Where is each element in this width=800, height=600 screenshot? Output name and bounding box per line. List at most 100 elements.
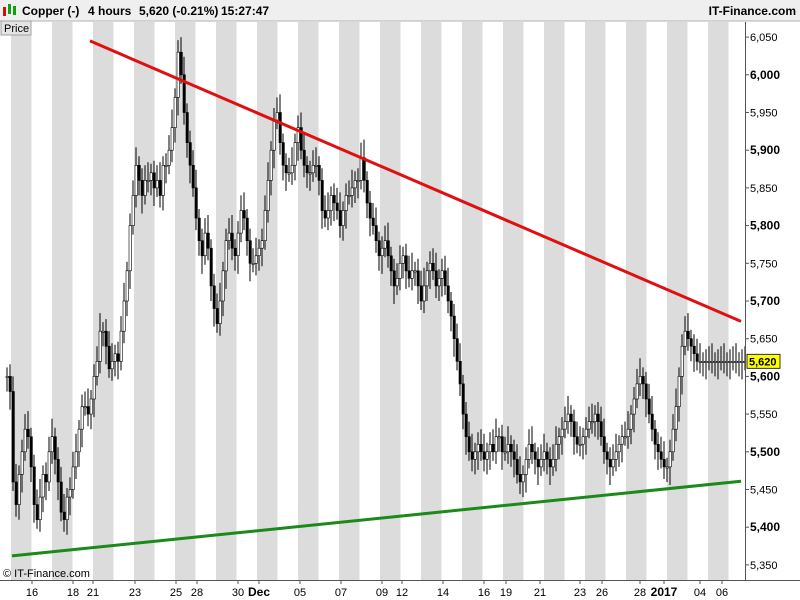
date-band — [544, 22, 565, 580]
candle-body — [536, 459, 540, 468]
price-tab-label: Price — [4, 23, 29, 35]
candle-body — [323, 210, 327, 219]
candle-body — [236, 232, 240, 257]
candle-body — [26, 428, 30, 438]
candle-body — [578, 443, 582, 446]
candle-body — [731, 360, 735, 363]
candle-body — [488, 443, 492, 453]
candle-body — [518, 474, 522, 483]
candle-body — [92, 376, 96, 400]
candle-body — [65, 496, 69, 521]
candle-body — [29, 436, 33, 468]
candle-body — [620, 436, 624, 445]
candle-body — [350, 187, 354, 196]
candle-body — [653, 428, 657, 445]
candle-body — [260, 240, 264, 249]
candle-body — [554, 443, 558, 460]
candle-body — [566, 413, 570, 422]
candle-body — [662, 459, 666, 468]
candle-body — [371, 217, 375, 226]
candle-body — [407, 270, 411, 279]
x-tick-label: 18 — [67, 587, 79, 599]
candle-body — [377, 240, 381, 257]
candle-body — [62, 511, 66, 520]
candle-body — [104, 330, 108, 347]
x-tick-label: 06 — [716, 587, 728, 599]
candle-body — [128, 225, 132, 272]
x-tick-label: 04 — [694, 587, 706, 599]
candle-body — [359, 157, 363, 181]
candle-body — [11, 391, 15, 483]
y-tick-label: 6,050 — [750, 32, 778, 44]
date-band — [708, 22, 729, 580]
candle-body — [395, 278, 399, 287]
candle-body — [572, 421, 576, 438]
x-tick-label: 14 — [437, 587, 449, 599]
candle-body — [422, 285, 426, 302]
candle-body — [404, 255, 408, 272]
candle-body — [452, 315, 456, 340]
quote-label: 5,620 (-0.21%) — [139, 4, 218, 18]
instrument-name: Copper (-) — [22, 4, 79, 18]
candle-body — [242, 210, 246, 219]
candle-body — [224, 240, 228, 272]
candle-body — [527, 443, 531, 460]
candle-body — [551, 459, 555, 468]
candle-body — [368, 202, 372, 219]
candle-body — [302, 149, 306, 166]
brand-label: IT-Finance.com — [709, 4, 796, 18]
candle-body — [677, 376, 681, 407]
candle-body — [23, 428, 27, 453]
y-tick-label: 6,000 — [750, 68, 780, 82]
candle-body — [164, 165, 168, 167]
candle-body — [53, 436, 57, 460]
candle-body — [188, 142, 192, 166]
candle-body — [725, 360, 729, 363]
candle-body — [401, 255, 405, 264]
candle-body — [263, 210, 267, 242]
candle-body — [383, 240, 387, 249]
candle-body — [641, 376, 645, 385]
candle-body — [386, 240, 390, 257]
x-tick-label: 09 — [376, 587, 388, 599]
candle-body — [206, 232, 210, 249]
x-tick-label: 23 — [129, 587, 141, 599]
candle-body — [575, 436, 579, 445]
candle-body — [464, 413, 468, 438]
last-price-label: 5,620 — [749, 356, 777, 368]
candle-body — [728, 360, 732, 363]
candle-body — [326, 210, 330, 219]
candle-body — [689, 338, 693, 347]
candle-body — [317, 165, 321, 181]
y-tick-label: 5,900 — [750, 143, 780, 157]
candle-body — [215, 308, 219, 324]
candle-body — [365, 180, 369, 204]
x-tick-label: 2017 — [651, 585, 678, 599]
candle-body — [290, 165, 294, 174]
candle-body — [68, 489, 72, 498]
candle-body — [125, 270, 129, 302]
candle-body — [353, 180, 357, 189]
candle-body — [176, 51, 180, 98]
x-tick-label: 16 — [478, 587, 490, 599]
candle-body — [248, 240, 252, 264]
date-band — [298, 22, 319, 580]
x-tick-label: 19 — [500, 587, 512, 599]
x-tick-label: 05 — [294, 587, 306, 599]
candle-body — [86, 406, 90, 415]
candle-body — [32, 466, 36, 505]
candle-body — [116, 353, 120, 362]
candle-body — [293, 142, 297, 166]
candle-body — [701, 360, 705, 363]
candle-body — [311, 165, 315, 174]
y-tick-label: 5,650 — [750, 334, 778, 346]
candle-body — [608, 459, 612, 468]
candle-body — [233, 247, 237, 256]
time-label: 15:27:47 — [221, 4, 269, 18]
candle-body — [197, 217, 201, 242]
candle-body — [209, 247, 213, 287]
candle-body — [269, 149, 273, 181]
candle-body — [5, 376, 9, 378]
candle-body — [524, 459, 528, 475]
candle-body — [647, 398, 651, 415]
